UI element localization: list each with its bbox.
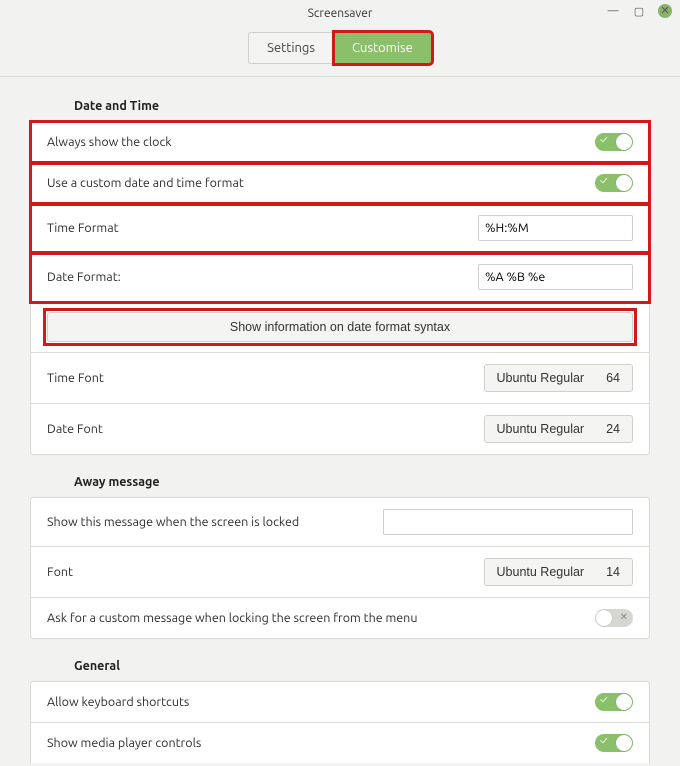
panel-general: Allow keyboard shortcuts Show media play… — [30, 681, 650, 763]
label-always-show-clock: Always show the clock — [47, 135, 583, 149]
row-custom-format: Use a custom date and time format — [31, 163, 649, 204]
away-font-size: 14 — [606, 565, 620, 579]
date-font-name: Ubuntu Regular — [497, 422, 585, 436]
button-date-font[interactable]: Ubuntu Regular 24 — [484, 415, 633, 443]
label-media-controls: Show media player controls — [47, 736, 583, 750]
row-date-format: Date Format: — [31, 253, 649, 302]
button-date-syntax-info[interactable]: Show information on date format syntax — [47, 312, 633, 342]
label-away-font: Font — [47, 565, 472, 579]
toggle-media-controls[interactable] — [595, 734, 633, 752]
toggle-always-show-clock[interactable] — [595, 133, 633, 151]
row-time-format: Time Format — [31, 204, 649, 253]
close-icon[interactable]: ✕ — [658, 4, 672, 18]
row-away-font: Font Ubuntu Regular 14 — [31, 547, 649, 598]
button-away-font[interactable]: Ubuntu Regular 14 — [484, 558, 633, 586]
label-date-font: Date Font — [47, 422, 472, 436]
label-time-format: Time Format — [47, 221, 466, 235]
toggle-ask-custom[interactable] — [595, 609, 633, 627]
titlebar: Screensaver — ▢ ✕ — [0, 0, 680, 26]
away-font-name: Ubuntu Regular — [497, 565, 585, 579]
row-away-message: Show this message when the screen is loc… — [31, 498, 649, 547]
input-time-format[interactable] — [478, 215, 633, 241]
section-title-away: Away message — [74, 475, 650, 489]
content-area: Date and Time Always show the clock Use … — [0, 77, 680, 763]
tab-bar: Settings Customise — [0, 26, 680, 76]
panel-datetime: Always show the clock Use a custom date … — [30, 121, 650, 455]
label-custom-format: Use a custom date and time format — [47, 176, 583, 190]
maximize-icon[interactable]: ▢ — [632, 4, 646, 18]
toggle-keyboard-shortcuts[interactable] — [595, 693, 633, 711]
input-away-message[interactable] — [383, 509, 633, 535]
time-font-name: Ubuntu Regular — [497, 371, 585, 385]
label-ask-custom: Ask for a custom message when locking th… — [47, 611, 583, 625]
row-keyboard-shortcuts: Allow keyboard shortcuts — [31, 682, 649, 723]
section-title-general: General — [74, 659, 650, 673]
label-keyboard-shortcuts: Allow keyboard shortcuts — [47, 695, 583, 709]
row-date-font: Date Font Ubuntu Regular 24 — [31, 404, 649, 454]
row-ask-custom: Ask for a custom message when locking th… — [31, 598, 649, 638]
label-away-message: Show this message when the screen is loc… — [47, 515, 371, 529]
panel-away: Show this message when the screen is loc… — [30, 497, 650, 639]
row-media-controls: Show media player controls — [31, 723, 649, 763]
label-date-format: Date Format: — [47, 270, 466, 284]
window-controls: — ▢ ✕ — [606, 4, 672, 18]
row-time-font: Time Font Ubuntu Regular 64 — [31, 353, 649, 404]
window-title: Screensaver — [308, 7, 373, 20]
label-time-font: Time Font — [47, 371, 472, 385]
section-title-datetime: Date and Time — [74, 99, 650, 113]
tab-customise[interactable]: Customise — [334, 32, 432, 64]
toggle-custom-format[interactable] — [595, 174, 633, 192]
date-font-size: 24 — [606, 422, 620, 436]
button-time-font[interactable]: Ubuntu Regular 64 — [484, 364, 633, 392]
row-syntax-info: Show information on date format syntax — [31, 302, 649, 353]
time-font-size: 64 — [606, 371, 620, 385]
minimize-icon[interactable]: — — [606, 4, 620, 18]
input-date-format[interactable] — [478, 264, 633, 290]
row-always-show-clock: Always show the clock — [31, 122, 649, 163]
tab-settings[interactable]: Settings — [248, 32, 334, 64]
